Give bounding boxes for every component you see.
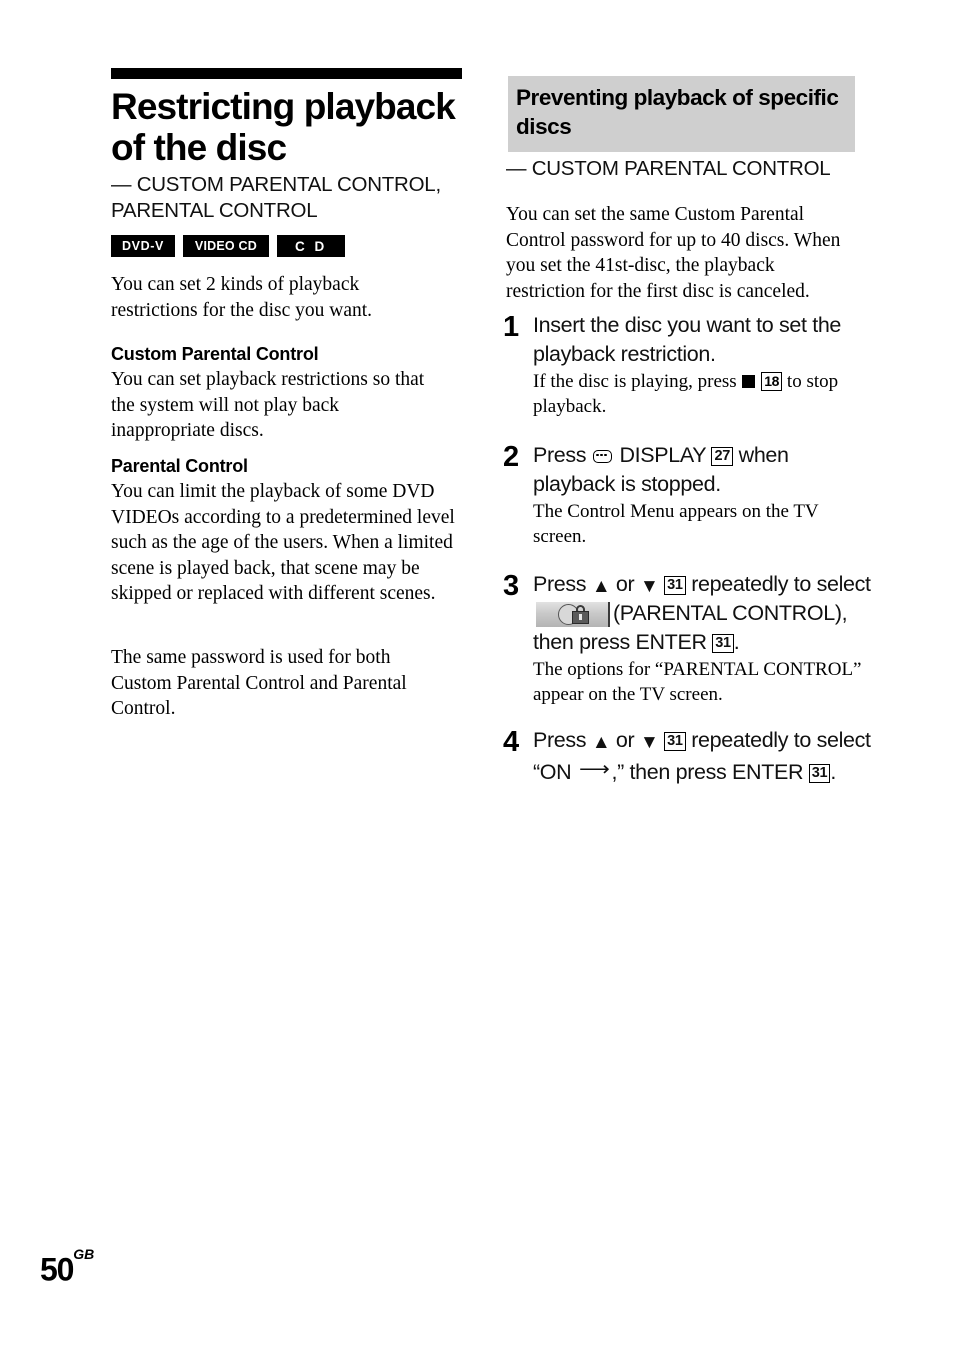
- step-2-text-before: Press: [533, 443, 592, 467]
- arrow-down-icon: ▼: [639, 576, 659, 597]
- step-3-text-period: .: [733, 630, 740, 654]
- step-4-text-after: ,” then press ENTER: [611, 760, 809, 784]
- section-heading-parental-control: Parental Control: [111, 456, 248, 476]
- section-custom-parental-control: Custom Parental Control You can set play…: [111, 342, 441, 444]
- reference-number-27: 27: [711, 447, 734, 466]
- step-4: 4 Press ▲ or ▼ 31 repeatedly to select “…: [503, 726, 873, 787]
- step-3-text-press: Press: [533, 572, 592, 596]
- stop-square-icon: [742, 375, 756, 388]
- right-intro-paragraph: You can set the same Custom Parental Con…: [506, 204, 841, 302]
- section-rule-bar: [111, 68, 462, 79]
- disc-badge-row: DVD-V VIDEO CD C D: [111, 235, 346, 257]
- step-1-note: If the disc is playing, press 18 to stop…: [533, 370, 873, 419]
- step-1-note-text-before: If the disc is playing, press: [533, 371, 742, 392]
- page-number-region: GB: [73, 1245, 95, 1262]
- step-3-note: The options for “PARENTAL CONTROL” appea…: [533, 659, 862, 705]
- step-3-text-or: or: [610, 572, 640, 596]
- long-arrow-icon: ⟶: [578, 757, 610, 781]
- section-parental-control: Parental Control You can limit the playb…: [111, 454, 471, 607]
- lead-paragraph: You can set 2 kinds of playback restrict…: [111, 274, 373, 321]
- cd-badge: C D: [276, 235, 346, 257]
- reference-number-31-b: 31: [712, 634, 734, 653]
- password-note: The same password is used for both Custo…: [111, 647, 407, 719]
- reference-number-18: 18: [761, 372, 783, 391]
- dvd-v-badge: DVD-V: [111, 235, 175, 257]
- arrow-up-icon: ▲: [591, 732, 611, 753]
- step-3-number: 3: [503, 570, 519, 602]
- step-3-body: Press ▲ or ▼ 31 repeatedly to select (PA…: [533, 570, 873, 707]
- step-2-body: Press DISPLAY 27 when playback is stoppe…: [533, 441, 873, 549]
- step-3-text-repeat: repeatedly to select: [685, 572, 871, 596]
- right-heading: Preventing playback of specific discs: [516, 85, 839, 139]
- step-4-body: Press ▲ or ▼ 31 repeatedly to select “ON…: [533, 726, 873, 787]
- reference-number-31-c: 31: [664, 732, 686, 751]
- step-2-number: 2: [503, 441, 519, 473]
- step-3: 3 Press ▲ or ▼ 31 repeatedly to select (…: [503, 570, 873, 707]
- section-heading-custom-parental-control: Custom Parental Control: [111, 344, 319, 364]
- page-subtitle: — CUSTOM PARENTAL CONTROL, PARENTAL CONT…: [111, 173, 441, 222]
- reference-number-31-d: 31: [808, 764, 831, 783]
- step-4-number: 4: [503, 726, 519, 758]
- arrow-down-icon: ▼: [639, 732, 659, 753]
- section-body-parental-control: You can limit the playback of some DVD V…: [111, 481, 455, 604]
- page-number: 50GB: [40, 1245, 95, 1288]
- arrow-up-icon: ▲: [591, 576, 611, 597]
- step-2-instruction: Press DISPLAY 27 when playback is stoppe…: [533, 441, 873, 499]
- step-1-body: Insert the disc you want to set the play…: [533, 311, 873, 419]
- manual-page: Restricting playback of the disc — CUSTO…: [0, 0, 954, 1357]
- reference-number-31-a: 31: [664, 576, 686, 595]
- step-2-note: The Control Menu appears on the TV scree…: [533, 501, 819, 547]
- step-4-text-period: .: [830, 760, 836, 784]
- section-body-custom-parental-control: You can set playback restrictions so tha…: [111, 369, 425, 441]
- video-cd-badge: VIDEO CD: [182, 235, 269, 257]
- step-2: 2 Press DISPLAY 27 when playback is stop…: [503, 441, 873, 549]
- step-3-instruction: Press ▲ or ▼ 31 repeatedly to select (PA…: [533, 570, 873, 657]
- parental-control-lock-icon: [536, 602, 610, 627]
- display-icon: [592, 450, 612, 463]
- step-4-text-press: Press: [533, 728, 592, 752]
- step-4-text-or: or: [610, 728, 640, 752]
- step-1: 1 Insert the disc you want to set the pl…: [503, 311, 873, 419]
- step-1-instruction: Insert the disc you want to set the play…: [533, 313, 842, 366]
- step-2-button-label: DISPLAY: [613, 443, 712, 467]
- page-number-value: 50: [40, 1251, 74, 1288]
- page-title: Restricting playback of the disc: [111, 86, 456, 168]
- step-4-instruction: Press ▲ or ▼ 31 repeatedly to select “ON…: [533, 726, 873, 787]
- right-subtitle: — CUSTOM PARENTAL CONTROL: [506, 157, 831, 180]
- step-1-number: 1: [503, 311, 519, 343]
